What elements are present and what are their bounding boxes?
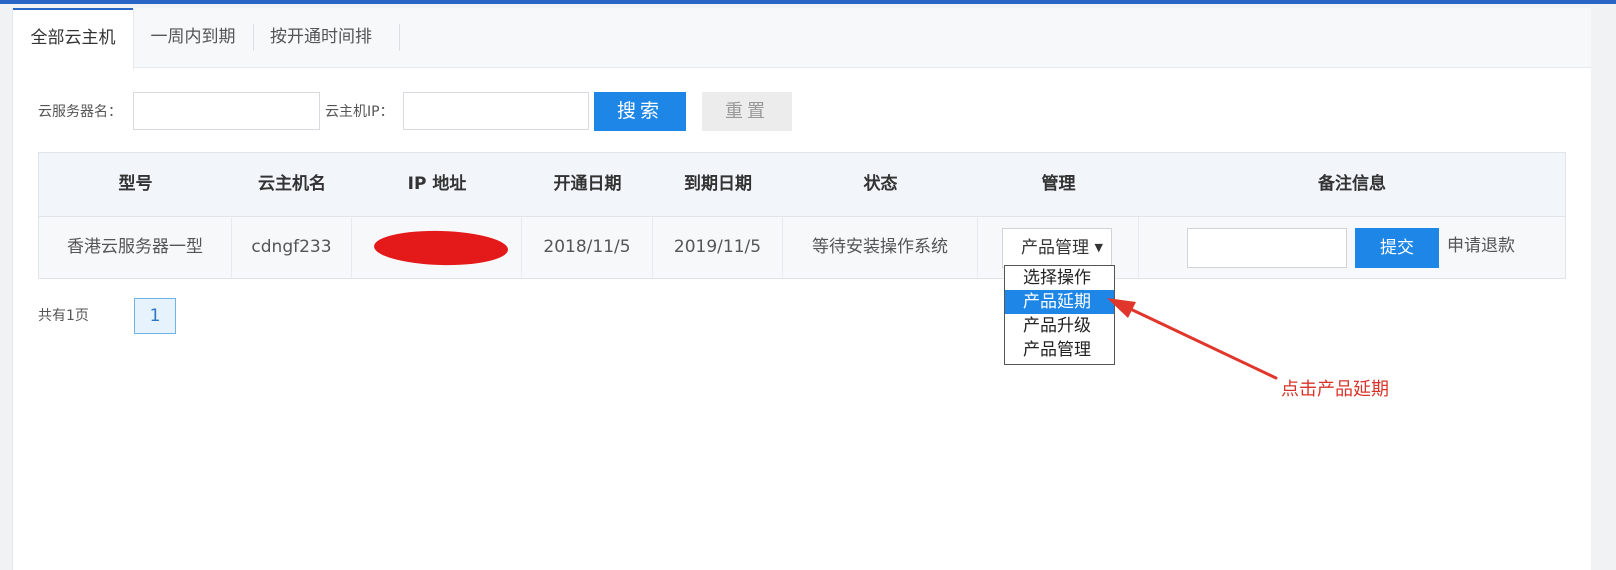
host-table: 型号 云主机名 IP 地址 开通日期 到期日期 状态 管理 备注信息 香港云服务… xyxy=(38,152,1566,279)
dropdown-option-extend[interactable]: 产品延期 xyxy=(1005,290,1114,314)
redacted-ip-mark xyxy=(373,229,509,267)
server-name-label: 云服务器名： xyxy=(38,104,122,120)
reset-button[interactable]: 重置 xyxy=(702,92,792,131)
cell-ip xyxy=(352,217,522,278)
dropdown-option-upgrade[interactable]: 产品升级 xyxy=(1005,314,1114,338)
dropdown-option-select-action[interactable]: 选择操作 xyxy=(1005,266,1114,290)
submit-button[interactable]: 提交 xyxy=(1355,228,1439,268)
column-header-host-name: 云主机名 xyxy=(258,174,326,194)
top-accent-bar xyxy=(0,0,1616,4)
cell-remark: 提交 申请退款 xyxy=(1139,217,1565,278)
manage-dropdown-list: 选择操作 产品延期 产品升级 产品管理 xyxy=(1004,265,1115,365)
column-header-expire-date: 到期日期 xyxy=(684,174,752,194)
cell-host-name: cdngf233 xyxy=(232,217,352,278)
request-refund-link[interactable]: 申请退款 xyxy=(1447,217,1515,275)
column-header-open-date: 开通日期 xyxy=(553,174,622,194)
column-header-ip: IP 地址 xyxy=(407,174,467,194)
column-header-manage: 管理 xyxy=(1041,174,1076,194)
server-name-input[interactable] xyxy=(133,92,320,130)
cell-expire-date: 2019/11/5 xyxy=(653,217,783,278)
search-button[interactable]: 搜索 xyxy=(594,92,686,131)
cell-model: 香港云服务器一型 xyxy=(39,217,232,278)
manage-select-value: 产品管理 xyxy=(1021,238,1089,258)
chevron-down-icon: ▼ xyxy=(1094,241,1103,254)
cell-status: 等待安装操作系统 xyxy=(783,217,978,278)
table-header-row: 型号 云主机名 IP 地址 开通日期 到期日期 状态 管理 备注信息 xyxy=(39,153,1565,217)
host-ip-input[interactable] xyxy=(403,92,589,130)
tab-expiring-week[interactable]: 一周内到期 xyxy=(134,8,252,67)
page-button-1[interactable]: 1 xyxy=(134,298,176,334)
tab-all-hosts[interactable]: 全部云主机 xyxy=(13,8,133,69)
column-header-status: 状态 xyxy=(863,174,898,194)
table-row: 香港云服务器一型 cdngf233 2018/11/5 2019/11/5 等待… xyxy=(39,217,1565,278)
remark-input[interactable] xyxy=(1187,228,1347,268)
manage-select[interactable]: 产品管理 ▼ xyxy=(1002,228,1112,268)
total-pages-label: 共有1页 xyxy=(38,308,89,324)
host-ip-label: 云主机IP： xyxy=(325,104,394,120)
column-header-remark: 备注信息 xyxy=(1318,174,1386,194)
tab-divider xyxy=(399,24,400,51)
tab-bar: 全部云主机 一周内到期 按开通时间排 xyxy=(13,8,1591,69)
annotation-label: 点击产品延期 xyxy=(1281,379,1389,400)
dropdown-option-manage[interactable]: 产品管理 xyxy=(1005,338,1114,362)
column-header-model: 型号 xyxy=(118,174,153,194)
tab-sort-by-open-time[interactable]: 按开通时间排 xyxy=(254,8,388,67)
cell-open-date: 2018/11/5 xyxy=(522,217,653,278)
